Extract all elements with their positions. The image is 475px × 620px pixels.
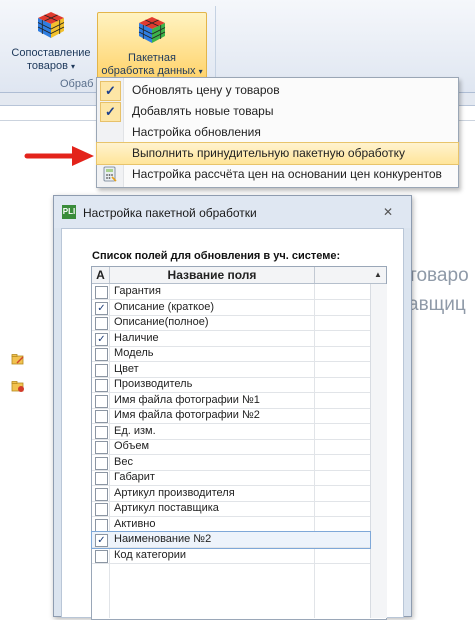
- table-row[interactable]: Ед. изм.: [92, 424, 370, 440]
- menu-item-competitor-price-settings[interactable]: Настройка рассчёта цен на основании цен …: [97, 164, 458, 185]
- row-checkbox[interactable]: [95, 394, 108, 408]
- table-row[interactable]: Имя файла фотографии №1: [92, 393, 370, 409]
- column-header-a[interactable]: A: [92, 267, 110, 283]
- folder-delete-icon[interactable]: [11, 379, 25, 393]
- background-text-1: товаро: [408, 265, 469, 286]
- rubik-cube-icon: [138, 17, 166, 43]
- row-checkbox[interactable]: [95, 286, 108, 299]
- row-checkbox[interactable]: [95, 348, 108, 361]
- field-name: Наличие: [114, 331, 159, 344]
- menu-item-label: Добавлять новые товары: [132, 104, 274, 118]
- row-checkbox[interactable]: [95, 456, 108, 470]
- checkmark-icon: ✓: [100, 102, 121, 122]
- field-name: Ед. изм.: [114, 424, 156, 437]
- menu-item-force-batch-processing[interactable]: Выполнить принудительную пакетную обрабо…: [96, 142, 459, 165]
- app-logo-icon: PLI: [62, 205, 76, 219]
- menu-item-label: Настройка обновления: [132, 125, 261, 139]
- row-checkbox[interactable]: [95, 410, 108, 423]
- compare-label-line1: Сопоставление: [11, 47, 91, 59]
- ribbon-separator: [215, 6, 216, 88]
- row-checkbox[interactable]: [95, 549, 108, 563]
- field-name: Объем: [114, 440, 150, 452]
- table-row[interactable]: ✓ Описание (краткое): [92, 300, 370, 316]
- chevron-down-icon: ▾: [198, 67, 203, 76]
- table-row[interactable]: Артикул поставщика: [92, 501, 370, 517]
- table-row[interactable]: Цвет: [92, 362, 370, 378]
- chevron-down-icon: ▾: [71, 62, 76, 71]
- row-checkbox[interactable]: [95, 441, 108, 454]
- list-caption: Список полей для обновления в уч. систем…: [92, 250, 341, 262]
- compare-products-button[interactable]: Сопоставление товаров ▾: [8, 10, 94, 73]
- row-checkbox[interactable]: ✓: [95, 534, 108, 547]
- table-row[interactable]: ✓ Наименование №2: [91, 531, 371, 549]
- row-checkbox[interactable]: ✓: [95, 332, 108, 346]
- menu-item-add-new-products[interactable]: ✓ Добавлять новые товары: [97, 101, 458, 122]
- menu-item-update-price[interactable]: ✓ Обновлять цену у товаров: [97, 80, 458, 101]
- field-name: Производитель: [114, 378, 193, 390]
- checkmark-icon: ✓: [100, 81, 121, 101]
- field-name: Активно: [114, 517, 156, 530]
- background-text-2: авщиц: [408, 294, 466, 315]
- menu-item-update-settings[interactable]: Настройка обновления: [97, 122, 458, 143]
- batch-processing-menu: ✓ Обновлять цену у товаров ✓ Добавлять н…: [96, 77, 459, 188]
- field-name: Артикул производителя: [114, 486, 235, 499]
- batch-settings-dialog: PLI Настройка пакетной обработки ✕ Списо…: [53, 195, 412, 620]
- row-checkbox[interactable]: [95, 317, 108, 330]
- field-name: Описание(полное): [114, 316, 209, 328]
- field-name: Имя файла фотографии №1: [114, 393, 260, 406]
- table-row[interactable]: Производитель: [92, 377, 370, 393]
- table-row[interactable]: Вес: [92, 455, 370, 471]
- table-row[interactable]: Активно: [92, 517, 370, 533]
- table-row[interactable]: ✓ Наличие: [92, 331, 370, 347]
- row-checkbox[interactable]: [95, 363, 108, 377]
- field-name: Модель: [114, 347, 154, 359]
- fields-grid: A Название поля ▲ Гарантия ✓ Описание (кра…: [91, 266, 387, 620]
- field-name: Гарантия: [114, 285, 161, 297]
- row-checkbox[interactable]: ✓: [95, 301, 108, 315]
- field-name: Имя файла фотографии №2: [114, 409, 260, 421]
- row-checkbox[interactable]: [95, 503, 108, 516]
- field-name: Наименование №2: [114, 533, 212, 545]
- row-checkbox[interactable]: [95, 518, 108, 532]
- table-row[interactable]: Описание(полное): [92, 315, 370, 331]
- field-name: Вес: [114, 455, 133, 468]
- vertical-scrollbar[interactable]: [370, 284, 387, 618]
- table-row[interactable]: Имя файла фотографии №2: [92, 408, 370, 424]
- close-icon[interactable]: ✕: [380, 204, 396, 220]
- column-header-name[interactable]: Название поля: [110, 267, 315, 283]
- folder-edit-icon[interactable]: [11, 352, 25, 366]
- dialog-body: Список полей для обновления в уч. систем…: [61, 228, 404, 620]
- menu-item-label: Выполнить принудительную пакетную обрабо…: [132, 146, 405, 160]
- field-name: Код категории: [114, 548, 187, 561]
- field-name: Артикул поставщика: [114, 502, 219, 514]
- batch-label-line1: Пакетная: [128, 52, 176, 64]
- table-row[interactable]: Код категории: [92, 548, 370, 564]
- rubik-cube-icon: [37, 12, 65, 38]
- table-row[interactable]: Артикул производителя: [92, 486, 370, 502]
- table-row[interactable]: Объем: [92, 439, 370, 455]
- row-checkbox[interactable]: [95, 487, 108, 501]
- dialog-title: Настройка пакетной обработки: [83, 206, 257, 220]
- field-name: Описание (краткое): [114, 300, 215, 313]
- dialog-titlebar[interactable]: PLI Настройка пакетной обработки ✕: [54, 196, 411, 228]
- menu-item-label: Настройка рассчёта цен на основании цен …: [132, 167, 442, 181]
- menu-item-label: Обновлять цену у товаров: [132, 83, 280, 97]
- field-name: Цвет: [114, 362, 139, 375]
- row-checkbox[interactable]: [95, 425, 108, 439]
- batch-processing-button[interactable]: Пакетная обработка данных ▾: [97, 12, 207, 80]
- field-name: Габарит: [114, 471, 155, 483]
- table-row[interactable]: Габарит: [92, 470, 370, 486]
- row-checkbox[interactable]: [95, 379, 108, 392]
- scroll-up-icon[interactable]: ▲: [370, 267, 386, 283]
- red-arrow-icon: [24, 146, 94, 166]
- compare-label-line2: товаров ▾: [26, 60, 76, 72]
- grid-header: A Название поля ▲: [92, 267, 386, 284]
- table-row[interactable]: Модель: [92, 346, 370, 362]
- calculator-icon: [103, 166, 117, 182]
- ribbon-group-label: Обраб: [60, 78, 94, 90]
- row-checkbox[interactable]: [95, 472, 108, 485]
- table-row[interactable]: Гарантия: [92, 284, 370, 300]
